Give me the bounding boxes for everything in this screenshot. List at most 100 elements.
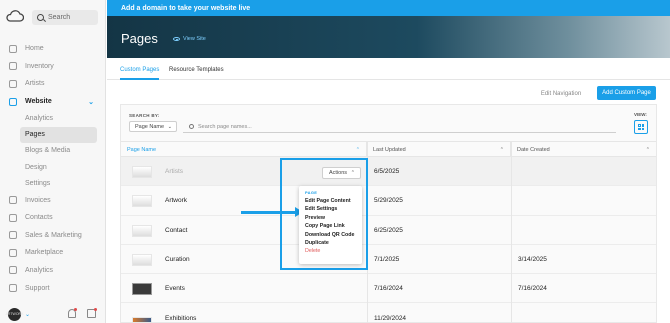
sidebar-item-label: Home (25, 45, 44, 53)
column-label: Date Created (517, 146, 550, 153)
sidebar-item-label: Support (25, 284, 50, 292)
tabs-bar: Custom Pages Resource Templates (107, 58, 670, 80)
add-custom-page-button[interactable]: Add Custom Page (597, 86, 656, 100)
page-search-input[interactable]: Search page names... (183, 121, 616, 133)
avatar[interactable]: ARTWORK (5, 307, 24, 321)
sidebar-item-marketplace[interactable]: Marketplace (0, 244, 106, 262)
page-thumbnail (132, 316, 152, 323)
inventory-icon (9, 62, 17, 71)
last-updated: 6/5/2025 (374, 168, 400, 175)
sidebar-item-analytics[interactable]: Analytics (0, 262, 106, 280)
search-by-value: Page Name (135, 123, 165, 130)
table-header: Page Name ⌃ Last Updated ⌃ Date Created … (121, 141, 656, 157)
notification-dot (94, 308, 97, 311)
menu-item-duplicate[interactable]: Duplicate (305, 239, 356, 247)
sidebar-item-contacts[interactable]: Contacts (0, 209, 106, 227)
sidebar-item-home[interactable]: Home (0, 40, 106, 58)
tab-custom-pages[interactable]: Custom Pages (120, 67, 160, 80)
last-updated: 6/25/2025 (374, 226, 403, 234)
menu-item-delete[interactable]: Delete (305, 247, 356, 255)
sidebar-subitem-analytics[interactable]: Analytics (20, 110, 97, 126)
page-name: Exhibitions (165, 314, 197, 322)
last-updated: 5/29/2025 (374, 197, 403, 205)
menu-item-edit-settings[interactable]: Edit Settings (305, 205, 356, 213)
grid-view-icon[interactable] (634, 120, 648, 134)
view-site-link[interactable]: View Site (173, 36, 206, 42)
page-name: Curation (165, 255, 190, 263)
chevron-down-icon[interactable]: ⌄ (25, 311, 30, 318)
sidebar-subitem-settings[interactable]: Settings (20, 175, 97, 191)
sidebar-item-label: Invoices (25, 196, 51, 204)
page-name: Artwork (165, 197, 188, 205)
sidebar-subitem-label: Analytics (25, 114, 54, 122)
view-site-label: View Site (183, 36, 206, 42)
sidebar-search-placeholder: Search (48, 14, 71, 21)
table-row[interactable]: Artwork 5/29/2025 (121, 186, 656, 216)
last-updated: 7/16/2024 (374, 285, 403, 293)
page-thumbnail (132, 253, 152, 266)
table-row[interactable]: Exhibitions 11/29/2024 (121, 304, 656, 323)
column-header-last-updated[interactable]: Last Updated ⌃ (367, 142, 511, 157)
menu-header: PAGE (305, 190, 318, 195)
sidebar-subitem-design[interactable]: Design (20, 159, 97, 175)
table-row[interactable]: Events 7/16/2024 7/16/2024 (121, 274, 656, 304)
table-row[interactable]: Artists 6/5/2025 (121, 157, 656, 187)
banner-text: Add a domain to take your website live (121, 4, 251, 12)
sidebar-item-label: Inventory (25, 62, 54, 70)
search-by-label: SEARCH BY: (129, 113, 160, 118)
sidebar-item-inventory[interactable]: Inventory (0, 58, 106, 76)
sidebar-subitem-label: Design (25, 163, 47, 171)
actions-menu: PAGE Edit Page Content Edit Settings Pre… (299, 186, 362, 264)
column-header-page-name[interactable]: Page Name ⌃ (121, 142, 367, 157)
sidebar-item-sales-marketing[interactable]: Sales & Marketing (0, 227, 106, 245)
support-icon (9, 284, 17, 293)
page-search-placeholder: Search page names... (198, 123, 252, 130)
search-icon (37, 14, 44, 21)
sidebar-item-website[interactable]: Website ⌄ (0, 93, 106, 111)
page-name: Artists (165, 168, 184, 175)
sidebar-item-support[interactable]: Support (0, 279, 106, 297)
sidebar-item-label: Sales & Marketing (25, 231, 82, 239)
sidebar-subitem-label: Blogs & Media (25, 147, 71, 155)
cloud-logo-icon[interactable] (6, 9, 24, 23)
notification-dot (74, 308, 77, 311)
column-divider (511, 141, 512, 323)
domain-banner[interactable]: Add a domain to take your website live (107, 0, 670, 16)
sidebar-search[interactable]: Search (32, 10, 98, 25)
sidebar-item-label: Analytics (25, 266, 54, 274)
actions-button[interactable]: Actions ⌃ (322, 167, 361, 179)
chevron-up-icon: ⌃ (355, 146, 360, 153)
invoice-icon (9, 196, 17, 205)
column-label: Last Updated (373, 146, 406, 153)
sidebar-subitem-pages[interactable]: Pages (20, 126, 97, 143)
last-updated: 7/1/2025 (374, 255, 400, 263)
sidebar-item-invoices[interactable]: Invoices (0, 191, 106, 209)
chevron-up-icon: ⌃ (350, 170, 355, 176)
menu-item-copy-page-link[interactable]: Copy Page Link (305, 222, 356, 230)
chevron-up-icon: ⌃ (645, 146, 650, 153)
chart-icon (9, 266, 17, 275)
avatar-text: ARTWORK (5, 312, 24, 316)
edit-navigation-button[interactable]: Edit Navigation (535, 87, 587, 100)
menu-item-download-qr-code[interactable]: Download QR Code (305, 231, 356, 239)
sidebar-item-artists[interactable]: Artists (0, 75, 106, 93)
page-name: Contact (165, 226, 188, 234)
table-row[interactable]: Contact 6/25/2025 (121, 216, 656, 245)
view-label: VIEW: (634, 112, 647, 117)
search-by-select[interactable]: Page Name ⌄ (129, 121, 177, 132)
last-updated: 11/29/2024 (374, 314, 407, 322)
tab-resource-templates[interactable]: Resource Templates (169, 67, 224, 73)
eye-icon (173, 37, 180, 41)
megaphone-icon (9, 231, 17, 240)
table-row[interactable]: Curation 7/1/2025 3/14/2025 (121, 245, 656, 275)
sidebar-nav: Home Inventory Artists Website ⌄ Analytic… (0, 40, 106, 297)
chevron-down-icon: ⌄ (167, 124, 172, 130)
sidebar: Search Home Inventory Artists Website ⌄ A… (0, 0, 106, 323)
column-header-date-created[interactable]: Date Created ⌃ (511, 142, 656, 157)
page-header: Pages View Site (107, 16, 670, 58)
sidebar-subitem-blogs-media[interactable]: Blogs & Media (20, 143, 97, 159)
menu-item-preview[interactable]: Preview (305, 214, 356, 222)
menu-item-edit-page-content[interactable]: Edit Page Content (305, 197, 356, 205)
pages-panel: SEARCH BY: Page Name ⌄ Search page names… (120, 104, 657, 323)
sidebar-subitem-label: Settings (25, 179, 51, 187)
